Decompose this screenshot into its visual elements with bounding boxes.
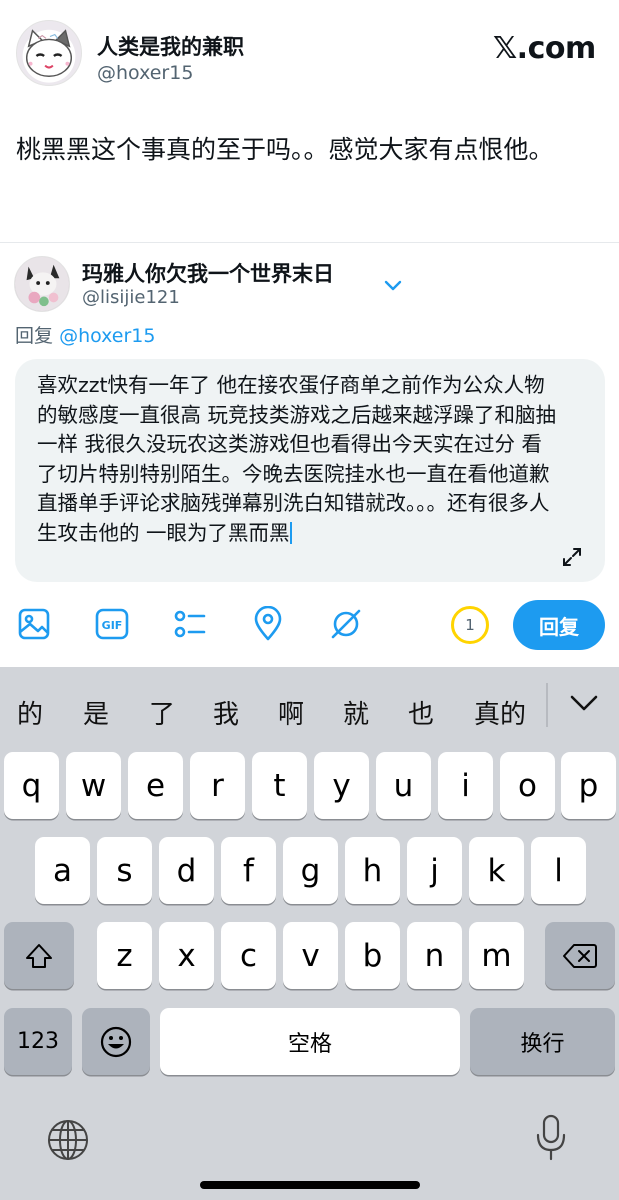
return-key[interactable]: 换行 — [470, 1008, 615, 1075]
emoji-icon — [100, 1026, 132, 1057]
reply-author-name[interactable]: 玛雅人你欠我一个世界末日 — [82, 258, 334, 288]
shift-key[interactable] — [4, 922, 74, 989]
key-r[interactable]: r — [190, 752, 245, 819]
candidate-bar: 的 是 了 我 啊 就 也 真的 — [0, 667, 619, 749]
key-y[interactable]: y — [314, 752, 369, 819]
poll-icon[interactable] — [172, 606, 208, 642]
reply-button[interactable]: 回复 — [513, 600, 605, 650]
key-i[interactable]: i — [438, 752, 493, 819]
candidate-word[interactable]: 是 — [83, 694, 109, 731]
account-switch-chevron-icon[interactable] — [379, 271, 407, 299]
reply-text-area[interactable]: 喜欢zzt快有一年了 他在接农蛋仔商单之前作为公众人物的敏感度一直很高 玩竞技类… — [37, 371, 557, 548]
key-c[interactable]: c — [221, 922, 276, 989]
key-e[interactable]: e — [128, 752, 183, 819]
candidate-divider — [546, 683, 548, 727]
key-p[interactable]: p — [561, 752, 616, 819]
numbers-key[interactable]: 123 — [4, 1008, 72, 1075]
candidate-word[interactable]: 我 — [213, 694, 239, 731]
shift-icon — [26, 943, 52, 968]
key-n[interactable]: n — [407, 922, 462, 989]
chevron-down-icon[interactable] — [566, 691, 602, 717]
original-author-avatar[interactable] — [16, 20, 82, 86]
expand-icon[interactable] — [560, 545, 584, 569]
key-v[interactable]: v — [283, 922, 338, 989]
candidate-word[interactable]: 就 — [343, 694, 369, 731]
microphone-icon[interactable] — [533, 1113, 569, 1163]
key-t[interactable]: t — [252, 752, 307, 819]
replying-to-prefix: 回复 — [15, 325, 54, 347]
replying-to-line: 回复 @hoxer15 — [15, 321, 155, 348]
key-d[interactable]: d — [159, 837, 214, 904]
space-key[interactable]: 空格 — [160, 1008, 460, 1075]
key-w[interactable]: w — [66, 752, 121, 819]
reply-draft-text: 喜欢zzt快有一年了 他在接农蛋仔商单之前作为公众人物的敏感度一直很高 玩竞技类… — [37, 373, 557, 545]
candidate-word[interactable]: 的 — [17, 694, 43, 731]
candidate-word[interactable]: 啊 — [278, 694, 304, 731]
key-u[interactable]: u — [376, 752, 431, 819]
original-author-name[interactable]: 人类是我的兼职 — [97, 31, 244, 61]
globe-icon[interactable] — [46, 1118, 90, 1162]
gif-icon[interactable]: GIF — [94, 606, 130, 642]
key-x[interactable]: x — [159, 922, 214, 989]
reply-author-avatar[interactable] — [14, 256, 70, 312]
gif-icon-label: GIF — [102, 619, 123, 632]
photo-avatar-illustration — [15, 257, 69, 311]
key-o[interactable]: o — [500, 752, 555, 819]
candidate-word[interactable]: 真的 — [474, 694, 526, 731]
text-caret — [289, 521, 292, 544]
replying-to-mention[interactable]: @hoxer15 — [59, 325, 155, 347]
character-counter: 1 — [451, 606, 489, 644]
reply-composer[interactable]: 喜欢zzt快有一年了 他在接农蛋仔商单之前作为公众人物的敏感度一直很高 玩竞技类… — [15, 359, 605, 582]
key-g[interactable]: g — [283, 837, 338, 904]
key-z[interactable]: z — [97, 922, 152, 989]
key-a[interactable]: a — [35, 837, 90, 904]
home-indicator[interactable] — [200, 1181, 420, 1189]
original-post: 人类是我的兼职 @hoxer15 𝕏.com 桃黑黑这个事真的至于吗。。感觉大家… — [0, 0, 619, 243]
key-q[interactable]: q — [4, 752, 59, 819]
original-post-text: 桃黑黑这个事真的至于吗。。感觉大家有点恨他。 — [16, 135, 554, 164]
key-j[interactable]: j — [407, 837, 462, 904]
key-f[interactable]: f — [221, 837, 276, 904]
emoji-key[interactable] — [82, 1008, 150, 1075]
key-k[interactable]: k — [469, 837, 524, 904]
cat-avatar-illustration — [25, 29, 73, 77]
reply-author-handle[interactable]: @lisijie121 — [82, 287, 180, 308]
location-icon[interactable] — [250, 606, 286, 642]
candidate-word[interactable]: 了 — [149, 694, 175, 731]
key-h[interactable]: h — [345, 837, 400, 904]
key-m[interactable]: m — [469, 922, 524, 989]
backspace-key[interactable] — [545, 922, 615, 989]
circle-slash-icon[interactable] — [328, 606, 364, 642]
image-icon[interactable] — [16, 606, 52, 642]
key-s[interactable]: s — [97, 837, 152, 904]
candidate-word[interactable]: 也 — [408, 694, 434, 731]
key-l[interactable]: l — [531, 837, 586, 904]
original-author-handle[interactable]: @hoxer15 — [97, 62, 193, 84]
x-brand-logo: 𝕏.com — [493, 31, 596, 66]
backspace-icon — [563, 943, 597, 968]
key-b[interactable]: b — [345, 922, 400, 989]
